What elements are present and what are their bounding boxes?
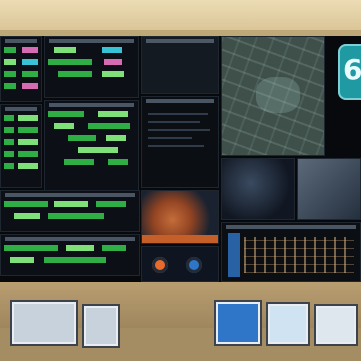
video-wall — [0, 36, 361, 282]
panel-col2-top — [44, 36, 139, 98]
panel-title-bar — [5, 193, 135, 197]
panel-bottom-right — [221, 222, 361, 282]
panel-bottom-2 — [0, 234, 140, 276]
panel-center-text — [141, 96, 219, 188]
panel-bottom-1 — [0, 190, 140, 232]
panel-title-bar — [146, 99, 214, 103]
panel-grid — [4, 47, 38, 97]
panel-title-bar — [5, 39, 37, 43]
panel-left-top — [0, 36, 42, 102]
panel-col2-mid — [44, 100, 139, 192]
desk-monitor-4 — [266, 302, 310, 346]
panel-title-bar — [226, 225, 356, 229]
panel-left-mid — [0, 104, 42, 188]
desk-monitor-3 — [214, 300, 262, 346]
panel-title-bar — [146, 39, 214, 43]
panel-grid — [4, 201, 136, 227]
badge-text: 6 — [343, 53, 361, 86]
panel-center-top — [141, 36, 219, 94]
panel-video-1 — [221, 158, 295, 220]
page-number-badge: 6 — [338, 44, 361, 100]
panel-grid — [48, 47, 135, 93]
desk-monitor-2 — [82, 304, 120, 348]
panel-video-2 — [297, 158, 361, 220]
control-room-photo: 6 — [0, 0, 361, 361]
panel-title-bar — [49, 39, 134, 43]
panel-grid — [48, 111, 135, 187]
desk-monitor-5 — [314, 304, 358, 346]
panel-title-bar — [49, 103, 134, 107]
panel-title-bar — [5, 107, 37, 111]
panel-camera-feed — [141, 190, 219, 244]
panel-status-icons — [141, 246, 219, 282]
desk-monitor-1 — [10, 300, 78, 346]
panel-map — [221, 36, 325, 156]
panel-title-bar — [5, 237, 135, 241]
panel-grid — [4, 245, 136, 271]
panel-grid — [4, 115, 38, 183]
